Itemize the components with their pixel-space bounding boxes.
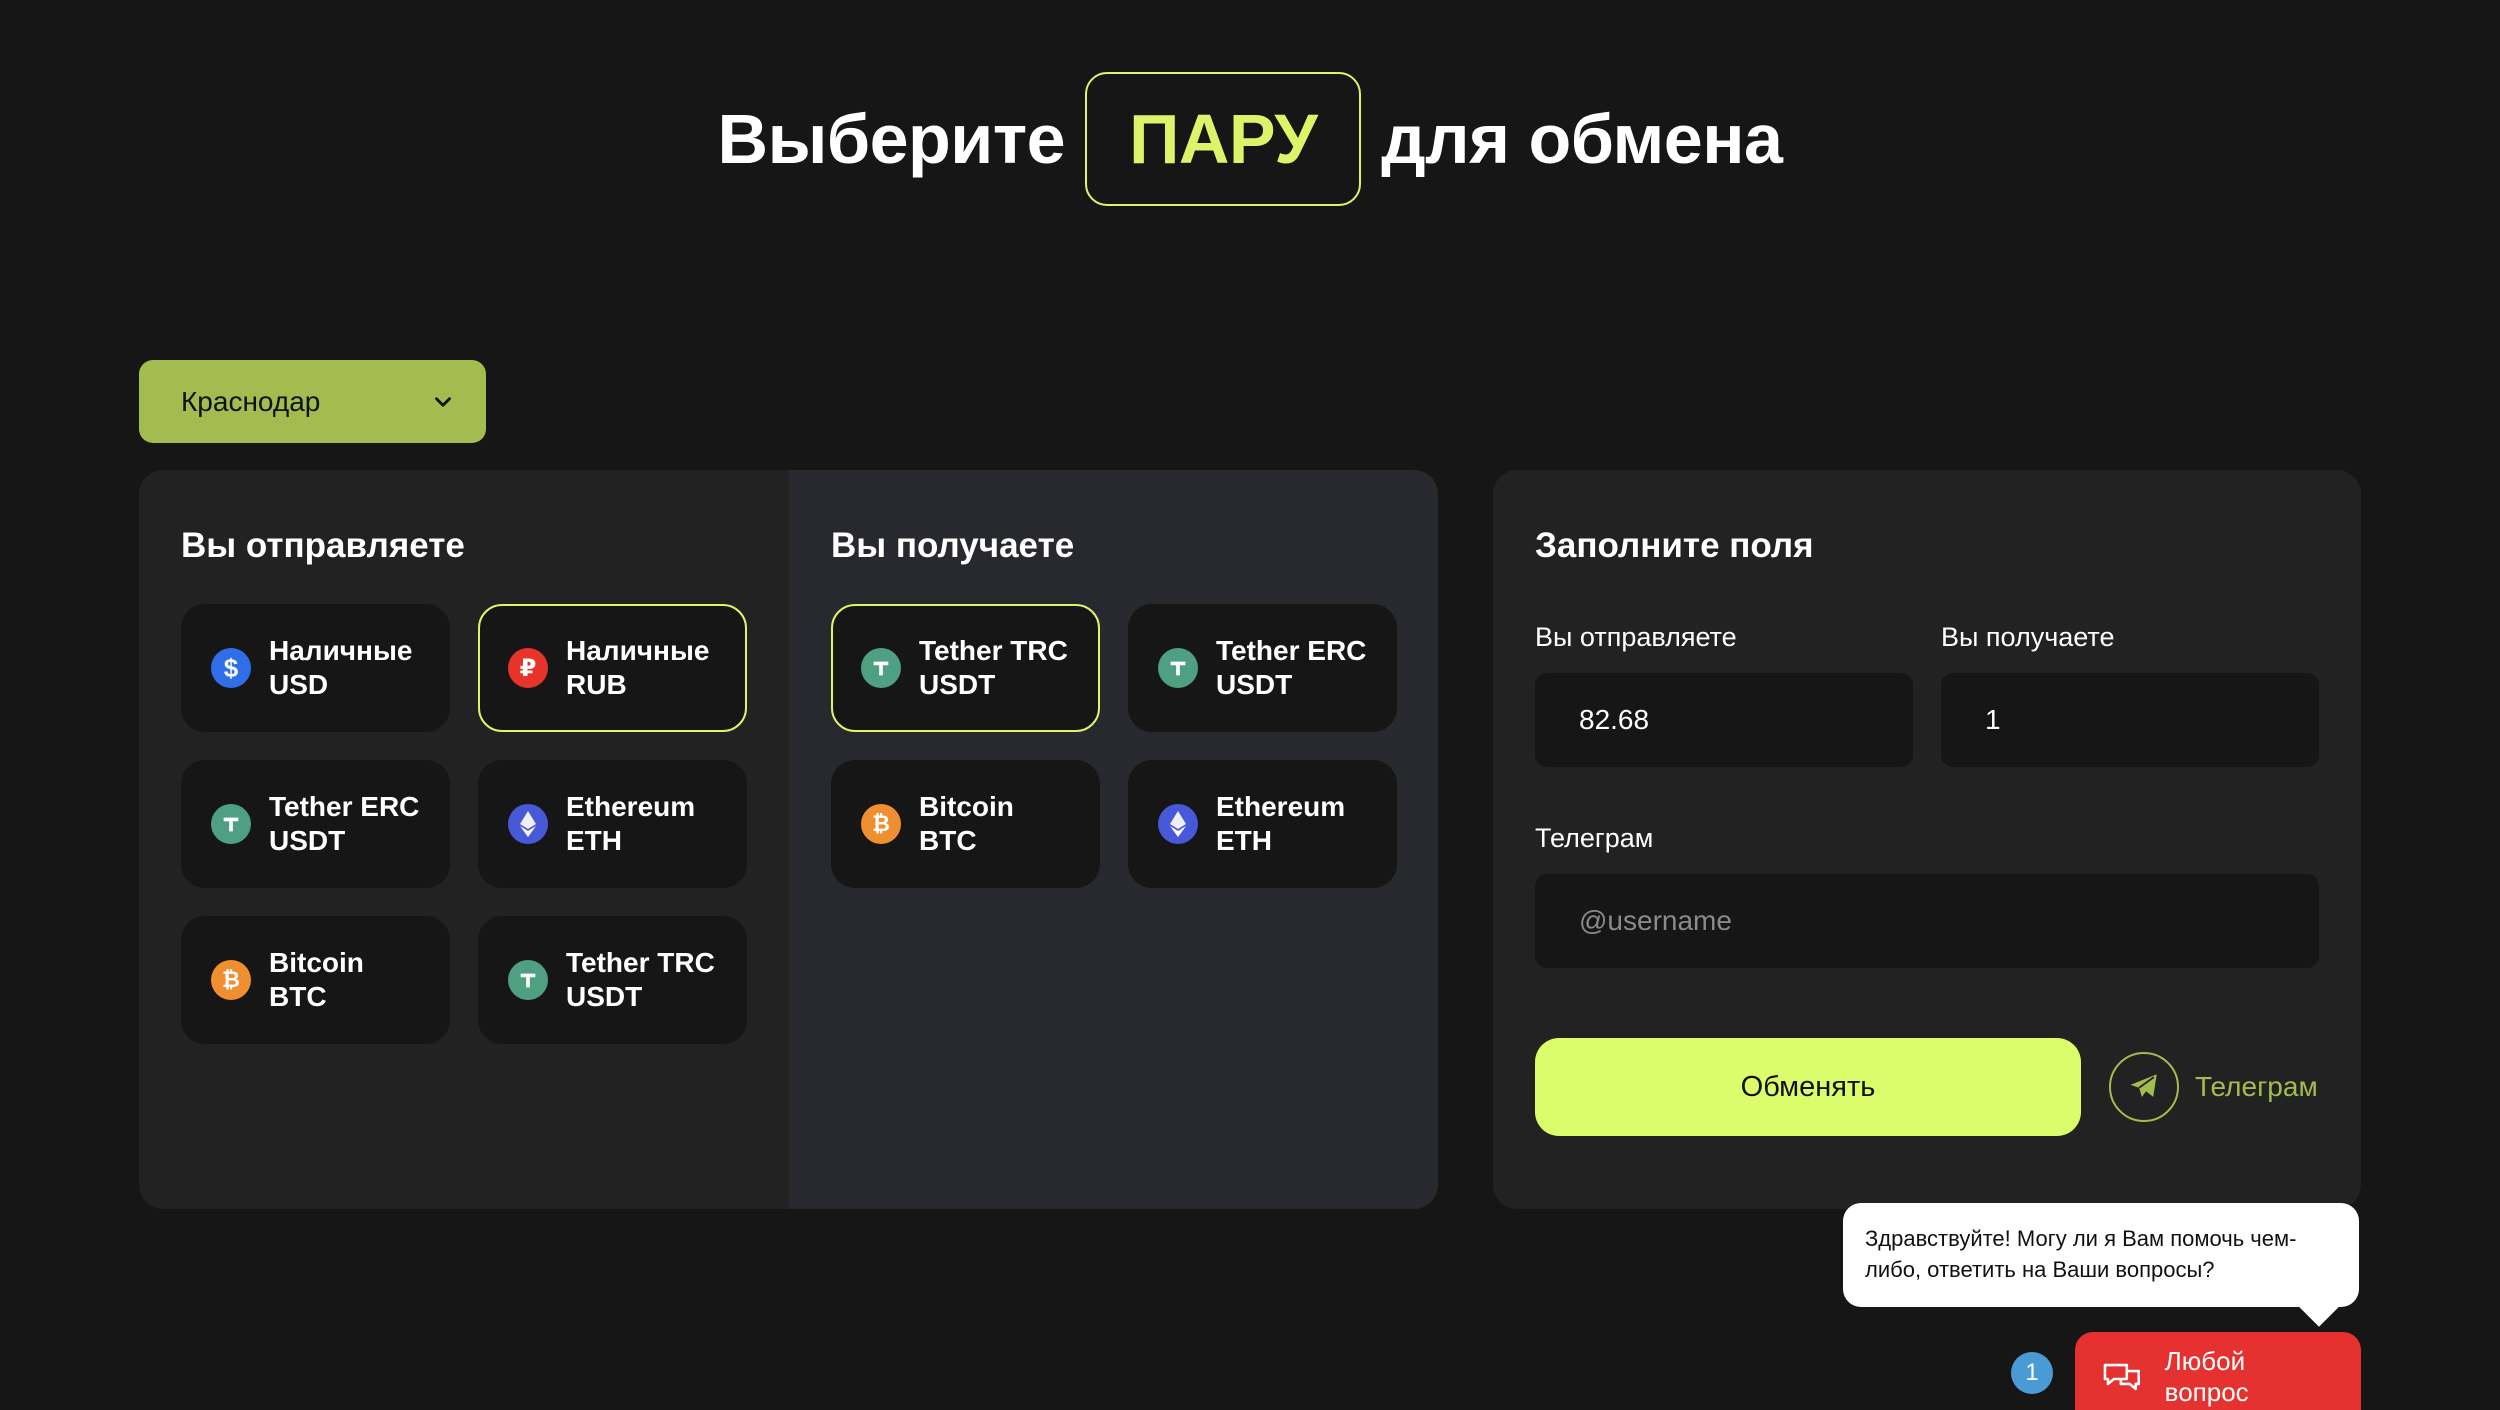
currency-option[interactable]: Tether ERC USDT [181,760,450,888]
pair-selector: Вы отправляете $ Наличные USD ₽ Наличные RU… [139,470,1438,1209]
tether-icon [1158,648,1198,688]
currency-option-label: Tether ERC USDT [1216,635,1367,700]
currency-option-label: Tether ERC USDT [269,791,420,856]
currency-option[interactable]: Tether TRC USDT [831,604,1100,732]
chat-greeting-bubble[interactable]: Здравствуйте! Могу ли я Вам помочь чем-л… [1843,1203,2359,1327]
title-highlight: ПАРУ [1085,72,1362,206]
ruble-icon: ₽ [508,648,548,688]
currency-option[interactable]: Ethereum ETH [1128,760,1397,888]
ethereum-icon [1158,804,1198,844]
receive-heading: Вы получаете [831,526,1075,565]
telegram-input[interactable]: @username [1535,874,2319,968]
currency-option-label: Bitcoin BTC [919,791,1014,856]
exchange-page: Выберите ПАРУ для обмена Краснодар Вы от… [0,0,2500,1410]
telegram-label: Телеграм [1535,823,1654,853]
bubble-tail [2299,1287,2339,1327]
currency-option[interactable]: Ethereum ETH [478,760,747,888]
dollar-icon: $ [211,648,251,688]
receive-column: Вы получаете Tether TRC USDT Tether ERC U… [789,470,1438,1209]
tether-icon [508,960,548,1000]
telegram-link-label: Телеграм [2195,1071,2318,1102]
city-dropdown[interactable]: Краснодар [139,360,486,443]
currency-option-label: Ethereum ETH [566,791,696,856]
receive-amount-label: Вы получаете [1941,622,2115,652]
form-heading: Заполните поля [1535,526,1814,565]
currency-option-label: Наличные USD [269,635,413,700]
currency-option[interactable]: $ Наличные USD [181,604,450,732]
currency-option[interactable]: ₽ Наличные RUB [478,604,747,732]
chat-greeting-text: Здравствуйте! Могу ли я Вам помочь чем-л… [1865,1226,2297,1282]
chat-button[interactable]: Любой вопрос [2075,1332,2361,1410]
tether-icon [211,804,251,844]
currency-option-label: Tether TRC USDT [919,635,1068,700]
title-text-before: Выберите [717,100,1066,178]
city-dropdown-value: Краснодар [181,385,321,417]
chat-button-label: Любой вопрос [2164,1346,2249,1407]
send-heading: Вы отправляете [181,526,465,565]
send-amount-label: Вы отправляете [1535,622,1737,652]
bitcoin-icon: ₿ [211,960,251,1000]
unread-badge: 1 [2011,1352,2053,1394]
exchange-button[interactable]: Обменять [1535,1038,2081,1136]
currency-option[interactable]: Tether TRC USDT [478,916,747,1044]
receive-amount-input[interactable]: 1 [1941,673,2319,767]
tether-icon [861,648,901,688]
send-column: Вы отправляете $ Наличные USD ₽ Наличные RU… [139,470,789,1209]
title-text-after: для обмена [1381,100,1783,178]
currency-option-label: Bitcoin BTC [269,947,364,1012]
page-title: Выберите ПАРУ для обмена [0,72,2500,206]
receive-currency-grid: Tether TRC USDT Tether ERC USDT ₿ Bitcoin B… [831,604,1397,888]
exchange-form: Заполните поля Вы отправляете 82.68 Вы п… [1493,470,2361,1209]
currency-option-label: Наличные RUB [566,635,710,700]
telegram-icon [2109,1052,2179,1122]
chevron-down-icon [435,396,451,407]
currency-option[interactable]: ₿ Bitcoin BTC [831,760,1100,888]
telegram-link[interactable]: Телеграм [2109,1052,2318,1122]
currency-option-label: Tether TRC USDT [566,947,715,1012]
send-currency-grid: $ Наличные USD ₽ Наличные RUB Tether ERC USD… [181,604,747,1044]
send-amount-input[interactable]: 82.68 [1535,673,1913,767]
currency-option[interactable]: Tether ERC USDT [1128,604,1397,732]
chat-icon [2103,1363,2141,1391]
ethereum-icon [508,804,548,844]
bitcoin-icon: ₿ [861,804,901,844]
currency-option[interactable]: ₿ Bitcoin BTC [181,916,450,1044]
currency-option-label: Ethereum ETH [1216,791,1346,856]
